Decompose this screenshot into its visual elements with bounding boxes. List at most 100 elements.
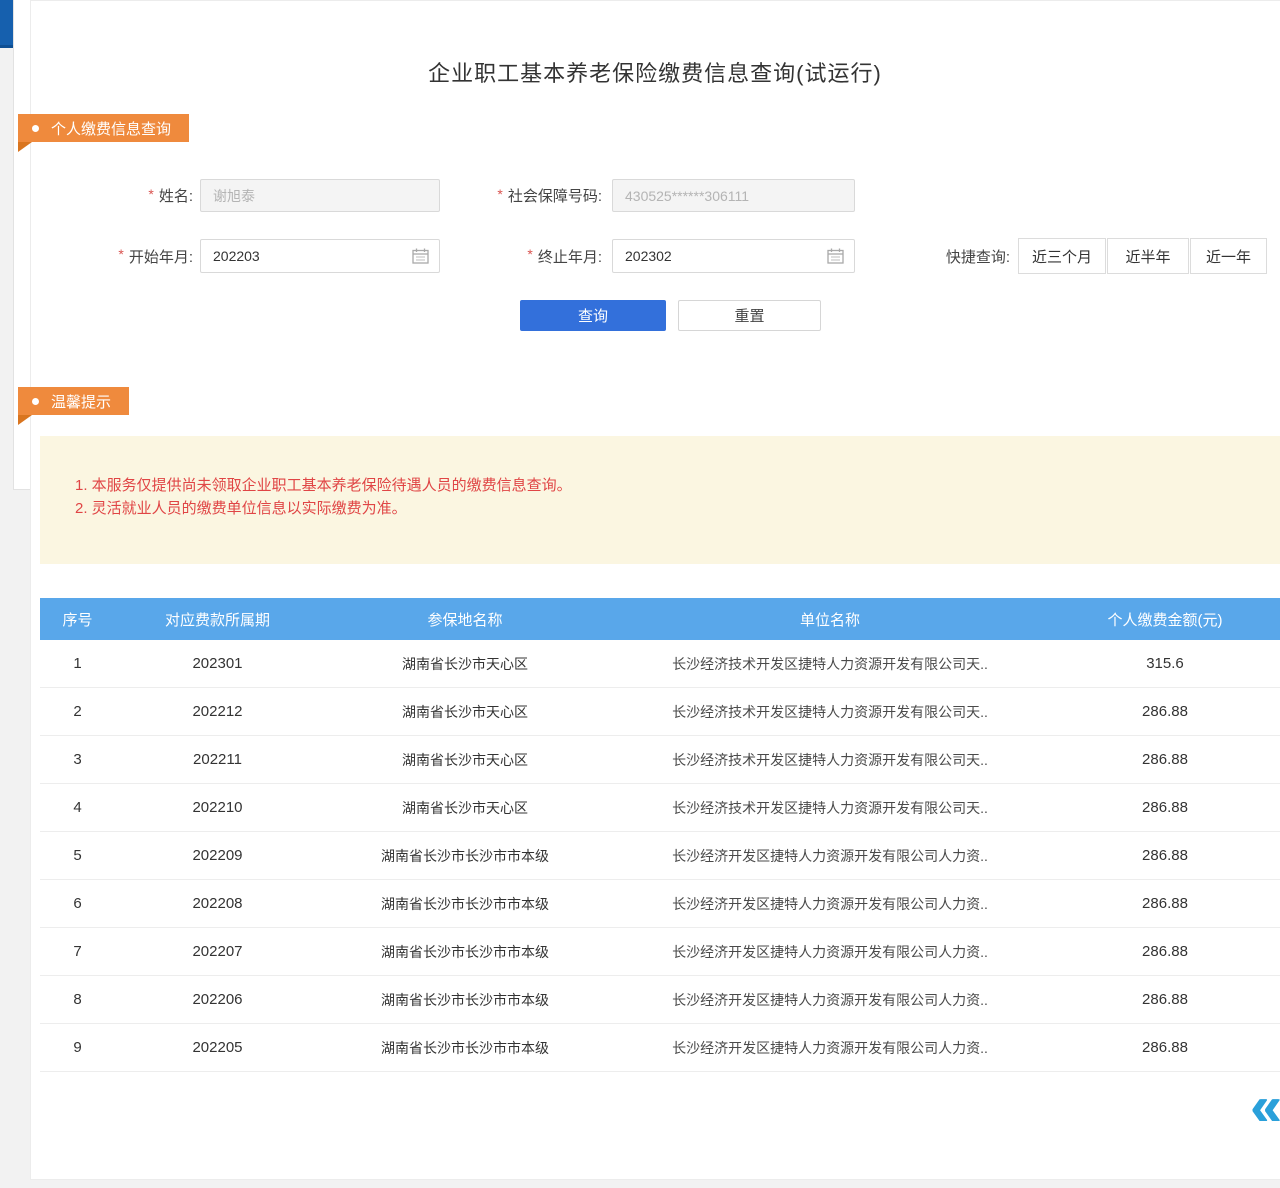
end-month-value: 202302 xyxy=(625,248,672,264)
table-row: 1202301湖南省长沙市天心区长沙经济技术开发区捷特人力资源开发有限公司天..… xyxy=(40,640,1280,688)
header-seq: 序号 xyxy=(40,609,115,630)
header-employer: 单位名称 xyxy=(610,609,1050,630)
required-asterisk: * xyxy=(527,246,532,262)
table-cell: 202301 xyxy=(115,655,320,672)
section-badge-tips-label: 温馨提示 xyxy=(51,391,111,412)
quick-query-label-text: 快捷查询: xyxy=(946,246,1010,267)
required-asterisk: * xyxy=(118,246,123,262)
table-cell: 2 xyxy=(40,703,115,720)
table-cell: 长沙经济开发区捷特人力资源开发有限公司人力资.. xyxy=(610,942,1050,962)
notice-line: 2. 灵活就业人员的缴费单位信息以实际缴费为准。 xyxy=(75,497,407,520)
table-row: 5202209湖南省长沙市长沙市市本级长沙经济开发区捷特人力资源开发有限公司人力… xyxy=(40,832,1280,880)
start-month-value: 202203 xyxy=(213,248,260,264)
end-month-label-text: 终止年月: xyxy=(538,246,602,267)
table-cell: 202206 xyxy=(115,991,320,1008)
table-row: 8202206湖南省长沙市长沙市市本级长沙经济开发区捷特人力资源开发有限公司人力… xyxy=(40,976,1280,1024)
ssn-input[interactable]: 430525******306111 xyxy=(612,179,855,212)
table-cell: 长沙经济技术开发区捷特人力资源开发有限公司天.. xyxy=(610,750,1050,770)
table-cell: 湖南省长沙市长沙市市本级 xyxy=(320,894,610,914)
table-cell: 湖南省长沙市长沙市市本级 xyxy=(320,990,610,1010)
table-cell: 8 xyxy=(40,991,115,1008)
table-cell: 202205 xyxy=(115,1039,320,1056)
end-month-label: * 终止年月: xyxy=(450,239,602,273)
bullet-icon xyxy=(32,398,39,405)
table-cell: 7 xyxy=(40,943,115,960)
table-cell: 湖南省长沙市长沙市市本级 xyxy=(320,942,610,962)
section-badge-tips: 温馨提示 xyxy=(18,387,129,415)
table-cell: 286.88 xyxy=(1050,1039,1280,1056)
table-row: 2202212湖南省长沙市天心区长沙经济技术开发区捷特人力资源开发有限公司天..… xyxy=(40,688,1280,736)
table-row: 3202211湖南省长沙市天心区长沙经济技术开发区捷特人力资源开发有限公司天..… xyxy=(40,736,1280,784)
table-cell: 286.88 xyxy=(1050,799,1280,816)
table-cell: 湖南省长沙市长沙市市本级 xyxy=(320,846,610,866)
table-cell: 286.88 xyxy=(1050,751,1280,768)
table-cell: 湖南省长沙市天心区 xyxy=(320,798,610,818)
notice-line: 1. 本服务仅提供尚未领取企业职工基本养老保险待遇人员的缴费信息查询。 xyxy=(75,474,572,497)
table-row: 7202207湖南省长沙市长沙市市本级长沙经济开发区捷特人力资源开发有限公司人力… xyxy=(40,928,1280,976)
table-cell: 286.88 xyxy=(1050,847,1280,864)
name-input[interactable]: 谢旭泰 xyxy=(200,179,440,212)
ssn-label: * 社会保障号码: xyxy=(450,179,602,212)
table-cell: 湖南省长沙市天心区 xyxy=(320,702,610,722)
table-cell: 202208 xyxy=(115,895,320,912)
table-cell: 286.88 xyxy=(1050,895,1280,912)
table-cell: 长沙经济技术开发区捷特人力资源开发有限公司天.. xyxy=(610,702,1050,722)
table-cell: 286.88 xyxy=(1050,943,1280,960)
required-asterisk: * xyxy=(148,186,153,202)
table-cell: 5 xyxy=(40,847,115,864)
table-cell: 202212 xyxy=(115,703,320,720)
table-cell: 286.88 xyxy=(1050,703,1280,720)
results-table: 序号 对应费款所属期 参保地名称 单位名称 个人缴费金额(元) 1202301湖… xyxy=(40,598,1280,1072)
table-cell: 湖南省长沙市天心区 xyxy=(320,750,610,770)
table-cell: 315.6 xyxy=(1050,655,1280,672)
quick-option-3-months[interactable]: 近三个月 xyxy=(1018,238,1106,274)
table-cell: 202210 xyxy=(115,799,320,816)
table-body: 1202301湖南省长沙市天心区长沙经济技术开发区捷特人力资源开发有限公司天..… xyxy=(40,640,1280,1072)
table-cell: 9 xyxy=(40,1039,115,1056)
table-cell: 6 xyxy=(40,895,115,912)
table-cell: 长沙经济技术开发区捷特人力资源开发有限公司天.. xyxy=(610,654,1050,674)
query-button[interactable]: 查询 xyxy=(520,300,666,331)
table-cell: 长沙经济开发区捷特人力资源开发有限公司人力资.. xyxy=(610,990,1050,1010)
table-cell: 202211 xyxy=(115,751,320,768)
badge-fold xyxy=(18,415,32,425)
start-month-label: * 开始年月: xyxy=(85,239,193,273)
start-month-input[interactable]: 202203 xyxy=(200,239,440,273)
table-cell: 202209 xyxy=(115,847,320,864)
table-cell: 湖南省长沙市天心区 xyxy=(320,654,610,674)
ssn-label-text: 社会保障号码: xyxy=(508,185,602,206)
end-month-input[interactable]: 202302 xyxy=(612,239,855,273)
start-month-label-text: 开始年月: xyxy=(129,246,193,267)
required-asterisk: * xyxy=(497,186,502,202)
name-label-text: 姓名: xyxy=(159,185,193,206)
calendar-icon[interactable] xyxy=(412,248,429,267)
table-cell: 4 xyxy=(40,799,115,816)
table-cell: 长沙经济开发区捷特人力资源开发有限公司人力资.. xyxy=(610,846,1050,866)
collapse-chevron-icon[interactable]: « xyxy=(1250,1078,1280,1134)
quick-option-1-year[interactable]: 近一年 xyxy=(1190,238,1267,274)
section-badge-query: 个人缴费信息查询 xyxy=(18,114,189,142)
table-cell: 202207 xyxy=(115,943,320,960)
table-cell: 长沙经济开发区捷特人力资源开发有限公司人力资.. xyxy=(610,894,1050,914)
reset-button[interactable]: 重置 xyxy=(678,300,821,331)
table-cell: 湖南省长沙市长沙市市本级 xyxy=(320,1038,610,1058)
pension-query-page: 企业职工基本养老保险缴费信息查询(试运行) 个人缴费信息查询 * 姓名: 谢旭泰… xyxy=(0,0,1280,1188)
table-row: 6202208湖南省长沙市长沙市市本级长沙经济开发区捷特人力资源开发有限公司人力… xyxy=(40,880,1280,928)
page-title: 企业职工基本养老保险缴费信息查询(试运行) xyxy=(30,56,1280,88)
quick-option-half-year[interactable]: 近半年 xyxy=(1107,238,1189,274)
badge-fold xyxy=(18,142,32,152)
quick-query-label: 快捷查询: xyxy=(918,239,1010,273)
notice-box: 1. 本服务仅提供尚未领取企业职工基本养老保险待遇人员的缴费信息查询。 2. 灵… xyxy=(40,436,1280,564)
name-label: * 姓名: xyxy=(85,179,193,212)
table-cell: 长沙经济技术开发区捷特人力资源开发有限公司天.. xyxy=(610,798,1050,818)
table-row: 4202210湖南省长沙市天心区长沙经济技术开发区捷特人力资源开发有限公司天..… xyxy=(40,784,1280,832)
table-row: 9202205湖南省长沙市长沙市市本级长沙经济开发区捷特人力资源开发有限公司人力… xyxy=(40,1024,1280,1072)
calendar-icon[interactable] xyxy=(827,248,844,267)
header-insured-place: 参保地名称 xyxy=(320,609,610,630)
header-period: 对应费款所属期 xyxy=(115,609,320,630)
section-badge-query-label: 个人缴费信息查询 xyxy=(51,118,171,139)
table-cell: 1 xyxy=(40,655,115,672)
header-amount: 个人缴费金额(元) xyxy=(1050,609,1280,630)
table-cell: 长沙经济开发区捷特人力资源开发有限公司人力资.. xyxy=(610,1038,1050,1058)
bullet-icon xyxy=(32,125,39,132)
